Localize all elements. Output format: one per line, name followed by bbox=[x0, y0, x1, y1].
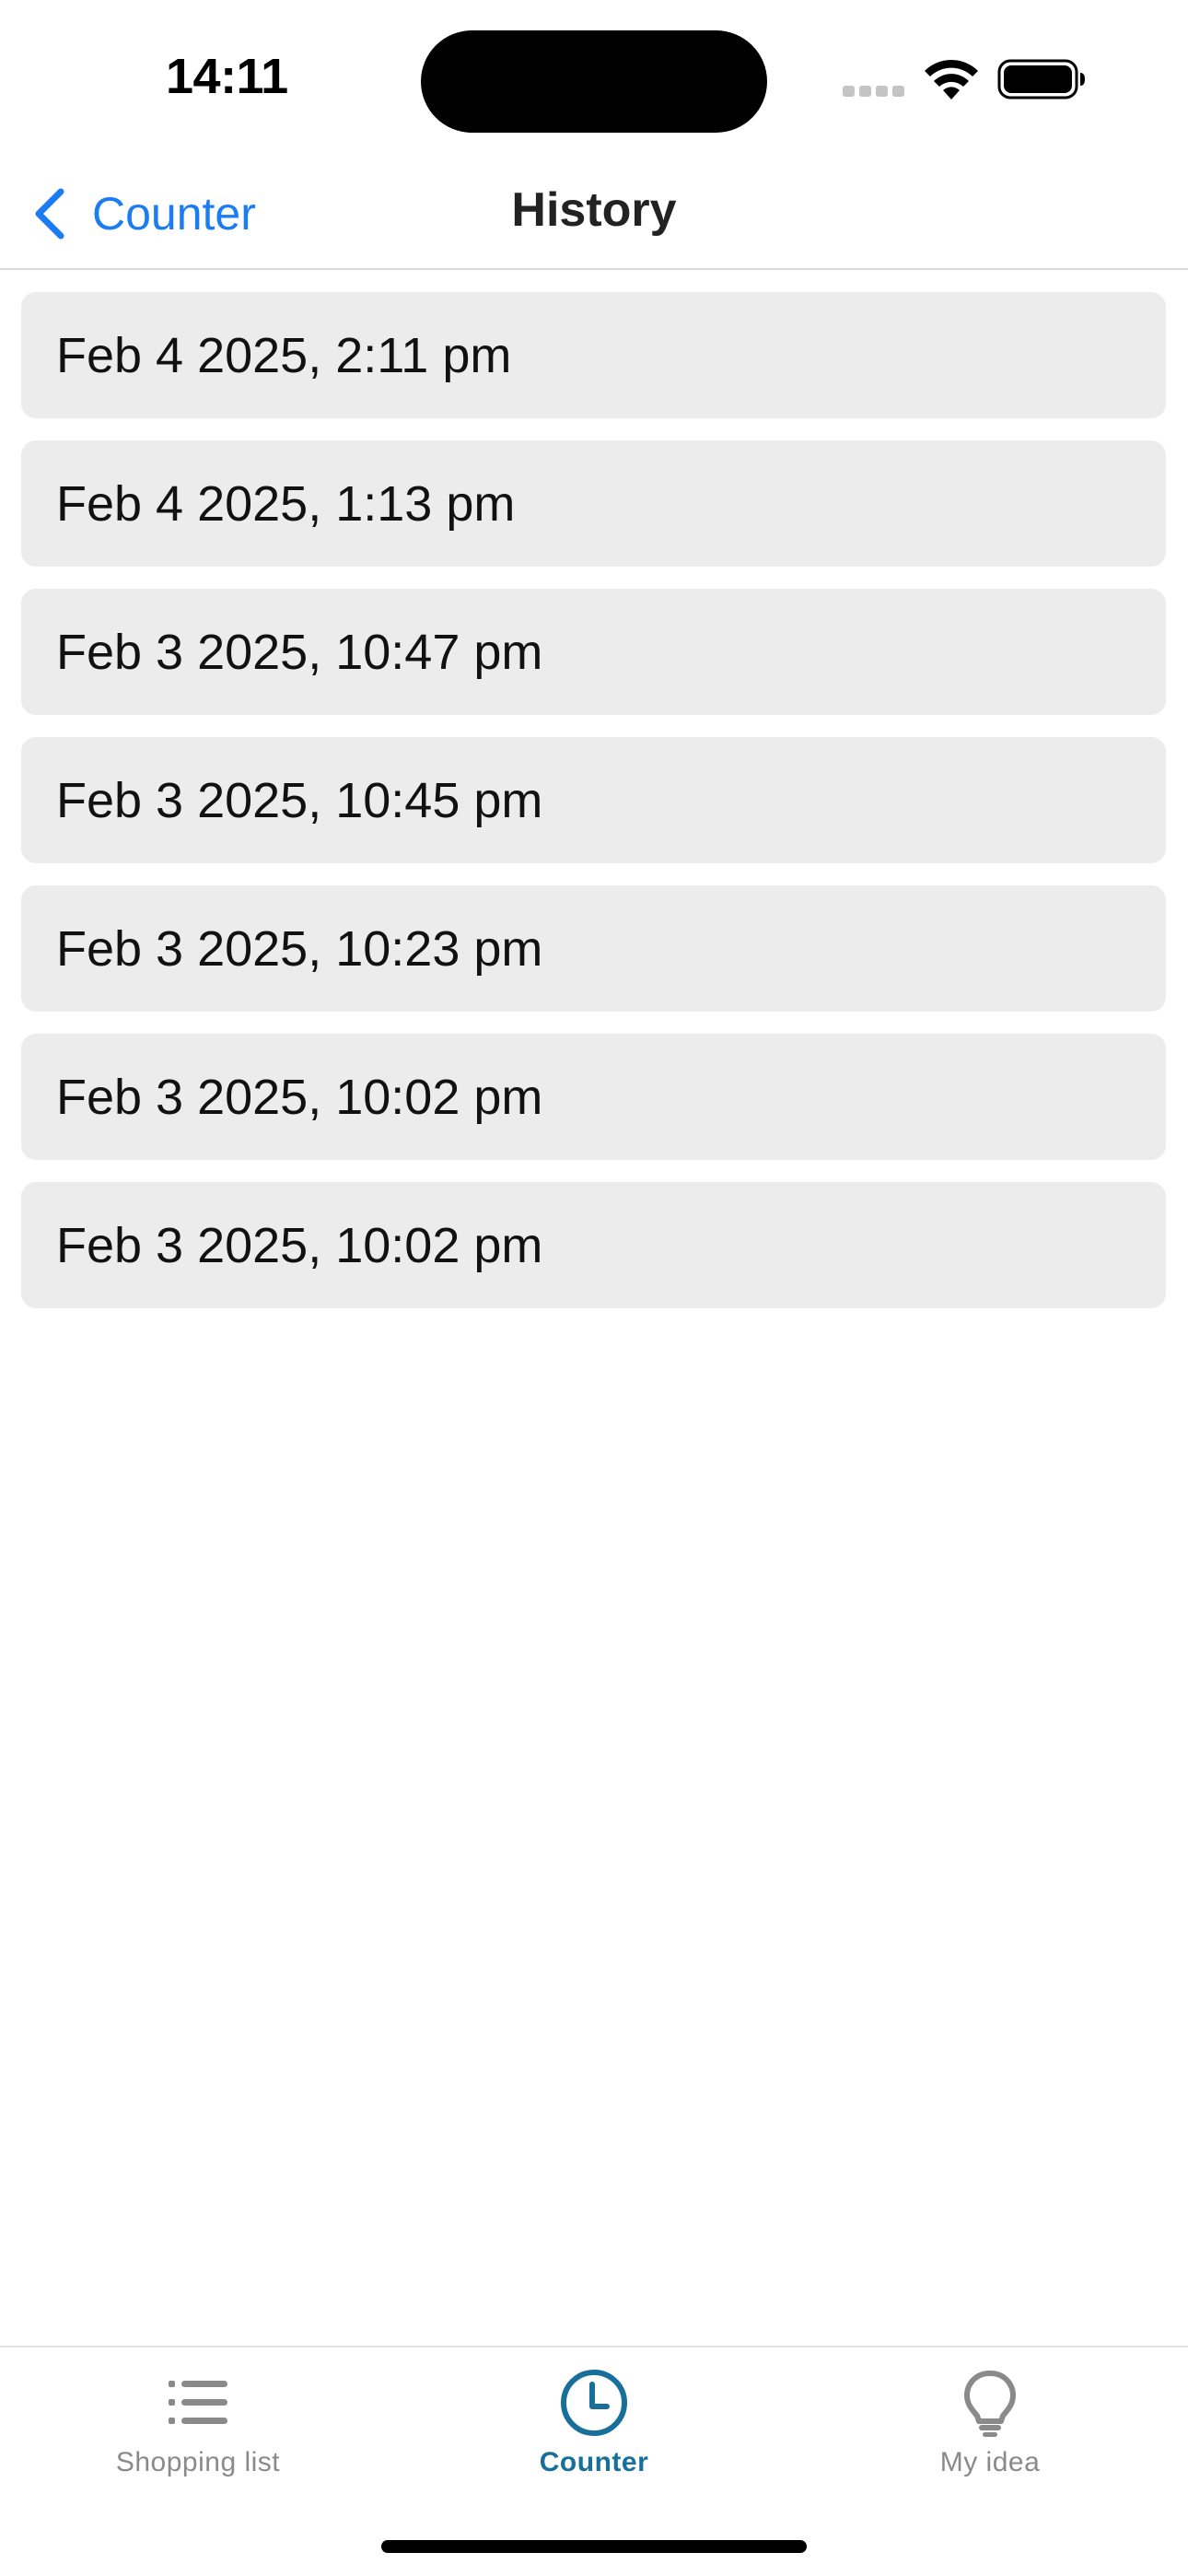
history-row[interactable]: Feb 4 2025, 1:13 pm bbox=[21, 440, 1166, 567]
tab-label: Shopping list bbox=[115, 2447, 281, 2477]
history-list: Feb 4 2025, 2:11 pm Feb 4 2025, 1:13 pm … bbox=[21, 292, 1166, 1330]
list-icon bbox=[169, 2381, 227, 2424]
history-row-label: Feb 3 2025, 10:23 pm bbox=[56, 920, 543, 977]
history-row-label: Feb 3 2025, 10:02 pm bbox=[56, 1069, 543, 1125]
tab-label: My idea bbox=[939, 2447, 1041, 2477]
history-row-label: Feb 4 2025, 1:13 pm bbox=[56, 475, 516, 532]
page-title: History bbox=[511, 183, 677, 237]
tab-counter[interactable]: Counter bbox=[396, 2348, 792, 2504]
cellular-signal-icon bbox=[843, 86, 905, 97]
tab-label: Counter bbox=[539, 2447, 649, 2477]
battery-icon bbox=[997, 59, 1085, 100]
dynamic-island bbox=[421, 30, 767, 133]
clock-icon bbox=[561, 2370, 627, 2436]
history-row[interactable]: Feb 3 2025, 10:45 pm bbox=[21, 737, 1166, 863]
tab-shopping-list[interactable]: Shopping list bbox=[0, 2348, 396, 2504]
history-row-label: Feb 3 2025, 10:47 pm bbox=[56, 624, 543, 680]
history-row[interactable]: Feb 3 2025, 10:02 pm bbox=[21, 1034, 1166, 1160]
status-time: 14:11 bbox=[166, 49, 288, 104]
history-row[interactable]: Feb 3 2025, 10:47 pm bbox=[21, 589, 1166, 715]
navigation-bar: Counter History bbox=[0, 157, 1188, 270]
history-row[interactable]: Feb 4 2025, 2:11 pm bbox=[21, 292, 1166, 418]
wifi-icon bbox=[925, 59, 978, 100]
history-row[interactable]: Feb 3 2025, 10:02 pm bbox=[21, 1182, 1166, 1308]
history-row[interactable]: Feb 3 2025, 10:23 pm bbox=[21, 885, 1166, 1012]
history-screen: 14:11 Counter History Feb 4 2025, 2:11 p… bbox=[0, 0, 1188, 2576]
history-row-label: Feb 4 2025, 2:11 pm bbox=[56, 327, 512, 383]
status-bar: 14:11 bbox=[0, 0, 1188, 157]
tab-my-idea[interactable]: My idea bbox=[792, 2348, 1188, 2504]
history-row-label: Feb 3 2025, 10:45 pm bbox=[56, 772, 543, 828]
lightbulb-icon bbox=[964, 2371, 1016, 2437]
home-indicator bbox=[381, 2540, 807, 2553]
history-row-label: Feb 3 2025, 10:02 pm bbox=[56, 1217, 543, 1273]
